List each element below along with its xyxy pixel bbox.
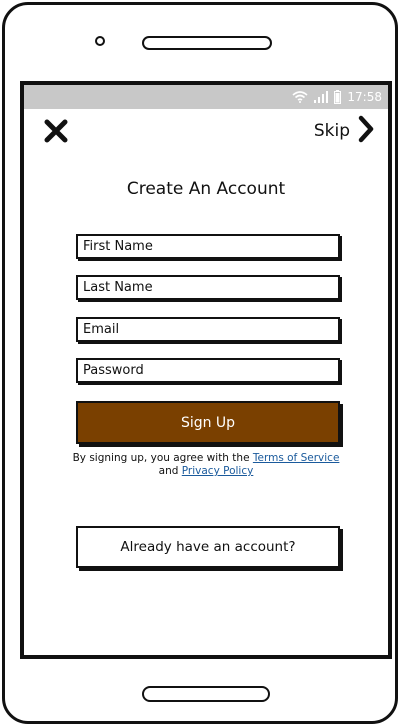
terms-of-service-link[interactable]: Terms of Service <box>253 452 340 464</box>
email-input[interactable] <box>76 317 340 342</box>
already-have-account-button[interactable]: Already have an account? <box>76 526 340 568</box>
home-button[interactable] <box>142 686 270 702</box>
sign-up-button[interactable]: Sign Up <box>76 401 340 444</box>
wifi-icon <box>292 91 308 103</box>
page-title: Create An Account <box>126 179 286 199</box>
speaker-slot <box>142 36 272 50</box>
battery-icon <box>334 90 342 104</box>
skip-label: Skip <box>313 121 350 141</box>
first-name-input[interactable] <box>76 234 340 259</box>
signal-icon <box>314 91 329 103</box>
privacy-policy-link[interactable]: Privacy Policy <box>182 465 254 477</box>
terms-connector: and <box>158 465 182 477</box>
terms-text: By signing up, you agree with the Terms … <box>24 452 388 478</box>
terms-prefix: By signing up, you agree with the <box>72 452 253 464</box>
chevron-right-icon <box>358 115 374 147</box>
close-button[interactable] <box>44 119 68 143</box>
screen: 17:58 Skip Create An Account Sign Up B <box>20 81 392 659</box>
skip-button[interactable]: Skip <box>314 115 374 147</box>
last-name-input[interactable] <box>76 275 340 300</box>
camera-dot <box>95 36 105 46</box>
phone-frame: 17:58 Skip Create An Account Sign Up B <box>2 2 398 724</box>
status-bar: 17:58 <box>24 85 388 109</box>
password-input[interactable] <box>76 358 340 383</box>
close-icon <box>44 119 68 147</box>
status-time: 17:58 <box>347 90 382 104</box>
